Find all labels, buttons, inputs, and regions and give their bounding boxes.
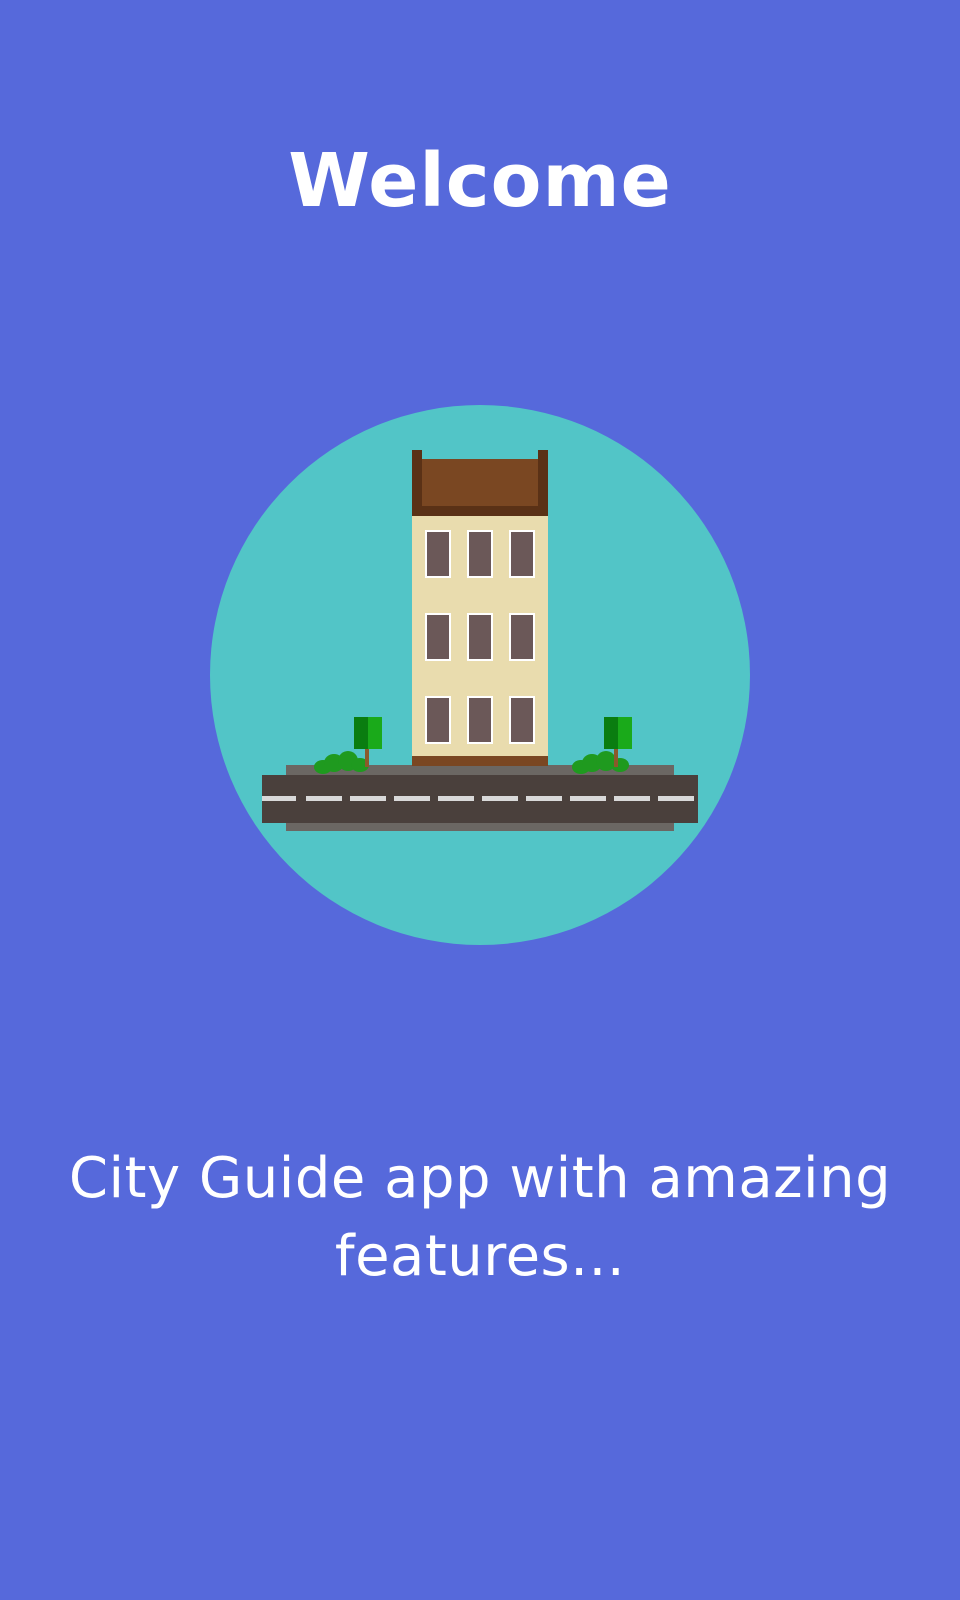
- city-building-icon: [210, 405, 750, 945]
- city-building-illustration: [210, 405, 750, 945]
- welcome-title: Welcome: [288, 138, 672, 224]
- welcome-screen: Welcome City Guide app with amazing feat…: [0, 0, 960, 1600]
- feature-tagline: City Guide app with amazing features...: [68, 1146, 892, 1289]
